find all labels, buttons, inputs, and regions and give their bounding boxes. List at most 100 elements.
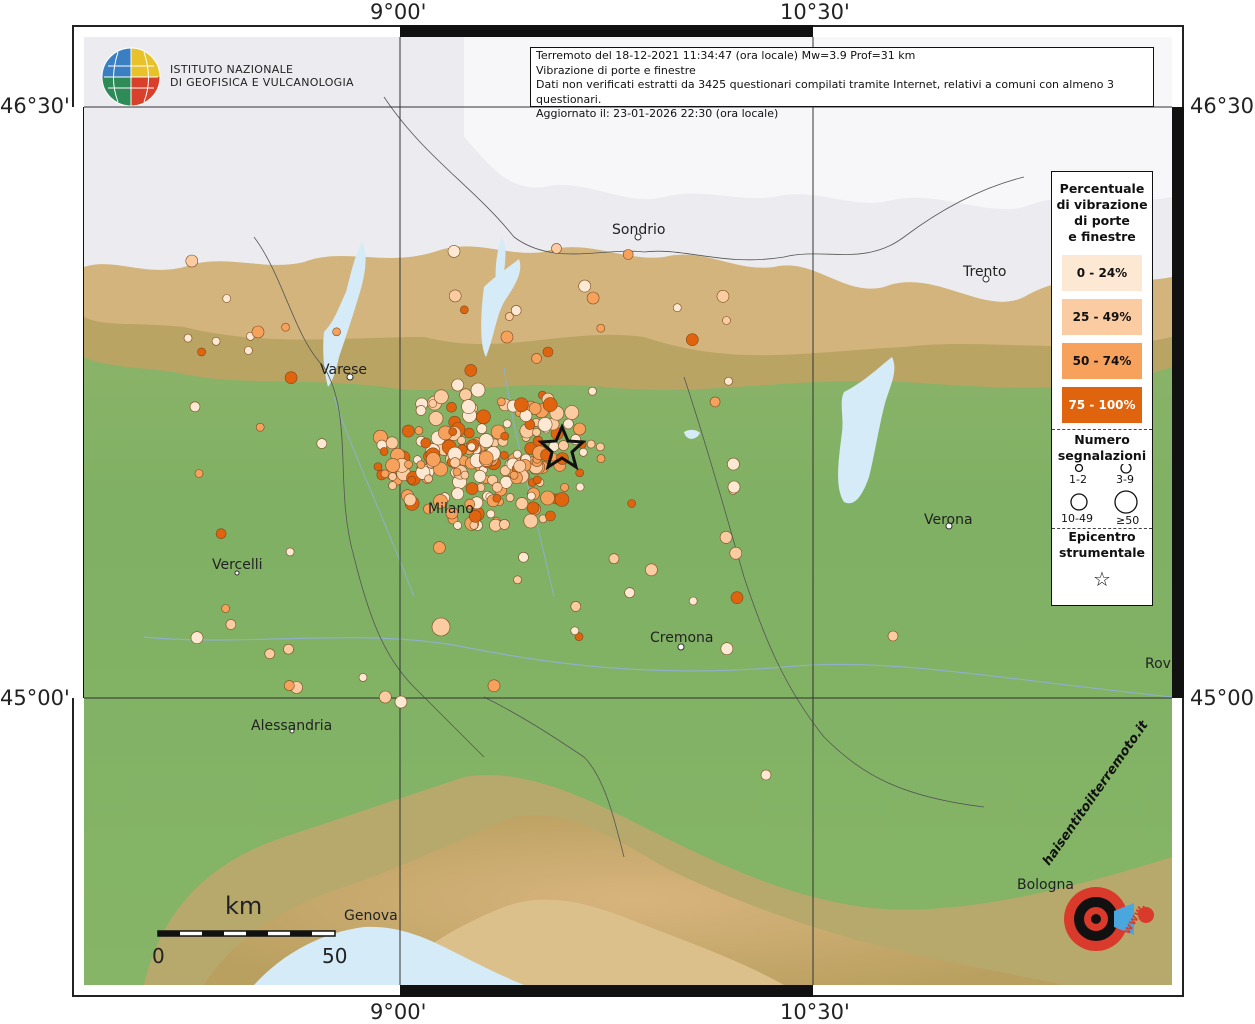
- legend-epicenter-line: strumentale: [1058, 545, 1146, 560]
- star-icon: ☆: [1093, 567, 1111, 591]
- felt-report-dot: [431, 617, 451, 637]
- felt-report-dot: [185, 254, 199, 268]
- felt-report-dot: [515, 497, 529, 510]
- felt-report-dot: [563, 418, 574, 430]
- felt-report-dot: [729, 546, 743, 560]
- felt-report-dot: [624, 587, 636, 599]
- lon-top-9: 9°00': [370, 0, 427, 24]
- felt-report-dot: [332, 327, 341, 337]
- legend-count-title: Numero segnalazioni: [1052, 432, 1152, 464]
- felt-report-dot: [730, 591, 744, 605]
- size-label-4: ≥50: [1116, 514, 1140, 527]
- felt-report-dot: [518, 551, 529, 563]
- felt-report-dot: [285, 547, 295, 557]
- felt-report-dot: [464, 364, 478, 377]
- felt-report-dot: [540, 490, 555, 506]
- felt-report-dot: [416, 460, 426, 470]
- lon-bottom-9: 9°00': [370, 1000, 427, 1024]
- legend-epicenter-line: Epicentro: [1068, 529, 1136, 544]
- felt-report-dot: [499, 450, 509, 460]
- felt-report-dot: [453, 521, 462, 530]
- legend-count-line: segnalazioni: [1057, 448, 1147, 463]
- event-subtitle: Vibrazione di porte e finestre: [536, 63, 696, 77]
- felt-report-dot: [424, 474, 433, 484]
- felt-report-dot: [394, 695, 408, 709]
- felt-report-dot: [211, 336, 221, 346]
- felt-report-dot: [575, 468, 585, 478]
- legend-title-line: di vibrazione: [1056, 197, 1148, 212]
- scale-max: 50: [322, 944, 348, 968]
- legend-title-line: Percentuale: [1059, 181, 1145, 196]
- felt-report-dot: [531, 353, 542, 364]
- felt-report-dot: [722, 316, 731, 325]
- felt-report-dot: [457, 436, 466, 445]
- felt-report-dot: [189, 401, 201, 413]
- legend-sizes: 1-2 3-9 10-49 ≥50: [1052, 464, 1152, 527]
- lat-right-46-30: 46°30': [1190, 94, 1255, 118]
- felt-report-dot: [476, 409, 491, 425]
- felt-report-dot: [407, 475, 417, 485]
- felt-report-dot: [244, 346, 253, 355]
- felt-report-dot: [465, 482, 479, 495]
- map-canvas[interactable]: [84, 37, 1172, 985]
- felt-report-dot: [385, 458, 401, 473]
- felt-report-dot: [221, 604, 230, 613]
- city-bologna: Bologna: [1017, 877, 1074, 893]
- felt-report-dot: [570, 626, 580, 636]
- felt-report-dot: [545, 510, 556, 522]
- felt-report-dot: [570, 601, 582, 612]
- legend: Percentuale di vibrazione di porte e fin…: [1051, 171, 1153, 606]
- city-milano: Milano: [428, 501, 474, 517]
- felt-report-dot: [573, 422, 586, 436]
- felt-report-dot: [414, 426, 424, 435]
- city-genova: Genova: [344, 908, 398, 924]
- felt-report-dot: [513, 575, 522, 585]
- felt-report-dot: [496, 397, 506, 407]
- city-varese: Varese: [320, 362, 368, 378]
- legend-class-0: 0 - 24%: [1062, 255, 1142, 291]
- felt-report-dot: [542, 346, 554, 358]
- felt-report-dot: [627, 499, 637, 508]
- felt-report-dot: [463, 427, 475, 439]
- felt-report-dot: [433, 541, 446, 554]
- legend-title-line: di porte: [1074, 213, 1130, 228]
- city-cremona: Cremona: [650, 630, 714, 646]
- felt-report-dot: [504, 312, 514, 321]
- felt-report-dot: [608, 553, 620, 565]
- felt-report-dot: [425, 452, 441, 467]
- felt-report-dot: [469, 520, 479, 530]
- scale-bar: [157, 930, 336, 937]
- felt-report-dot: [284, 371, 298, 385]
- ingv-logo-icon: [101, 47, 161, 107]
- felt-report-dot: [760, 769, 772, 781]
- felt-report-dot: [596, 323, 606, 333]
- felt-report-dot: [575, 482, 585, 492]
- legend-class-1: 25 - 49%: [1062, 299, 1142, 335]
- felt-report-dot: [215, 528, 227, 540]
- frame-bar-left: [72, 107, 84, 698]
- felt-report-dot: [588, 386, 597, 396]
- felt-report-dot: [420, 437, 432, 449]
- felt-report-dot: [724, 376, 733, 386]
- city-trento: Trento: [963, 264, 1007, 280]
- felt-report-dot: [401, 424, 415, 438]
- felt-report-dot: [461, 399, 476, 414]
- lat-left-46-30: 46°30': [0, 94, 70, 118]
- city-alessandria: Alessandria: [251, 718, 333, 734]
- felt-report-dot: [523, 513, 539, 529]
- felt-report-dot: [492, 493, 502, 503]
- felt-report-dot: [586, 291, 600, 305]
- felt-report-dot: [446, 401, 457, 413]
- city-sondrio: Sondrio: [612, 222, 666, 238]
- felt-report-dot: [470, 382, 486, 398]
- felt-report-dot: [509, 470, 519, 480]
- ingv-line-1: ISTITUTO NAZIONALE: [170, 63, 294, 76]
- felt-report-dot: [622, 249, 634, 260]
- felt-report-dot: [551, 243, 562, 254]
- legend-title-line: e finestre: [1068, 229, 1136, 244]
- felt-report-dot: [460, 470, 470, 480]
- frame-bar-top: [400, 25, 813, 37]
- felt-report-dot: [447, 245, 461, 258]
- felt-report-dot: [448, 289, 462, 303]
- felt-report-dot: [500, 330, 514, 344]
